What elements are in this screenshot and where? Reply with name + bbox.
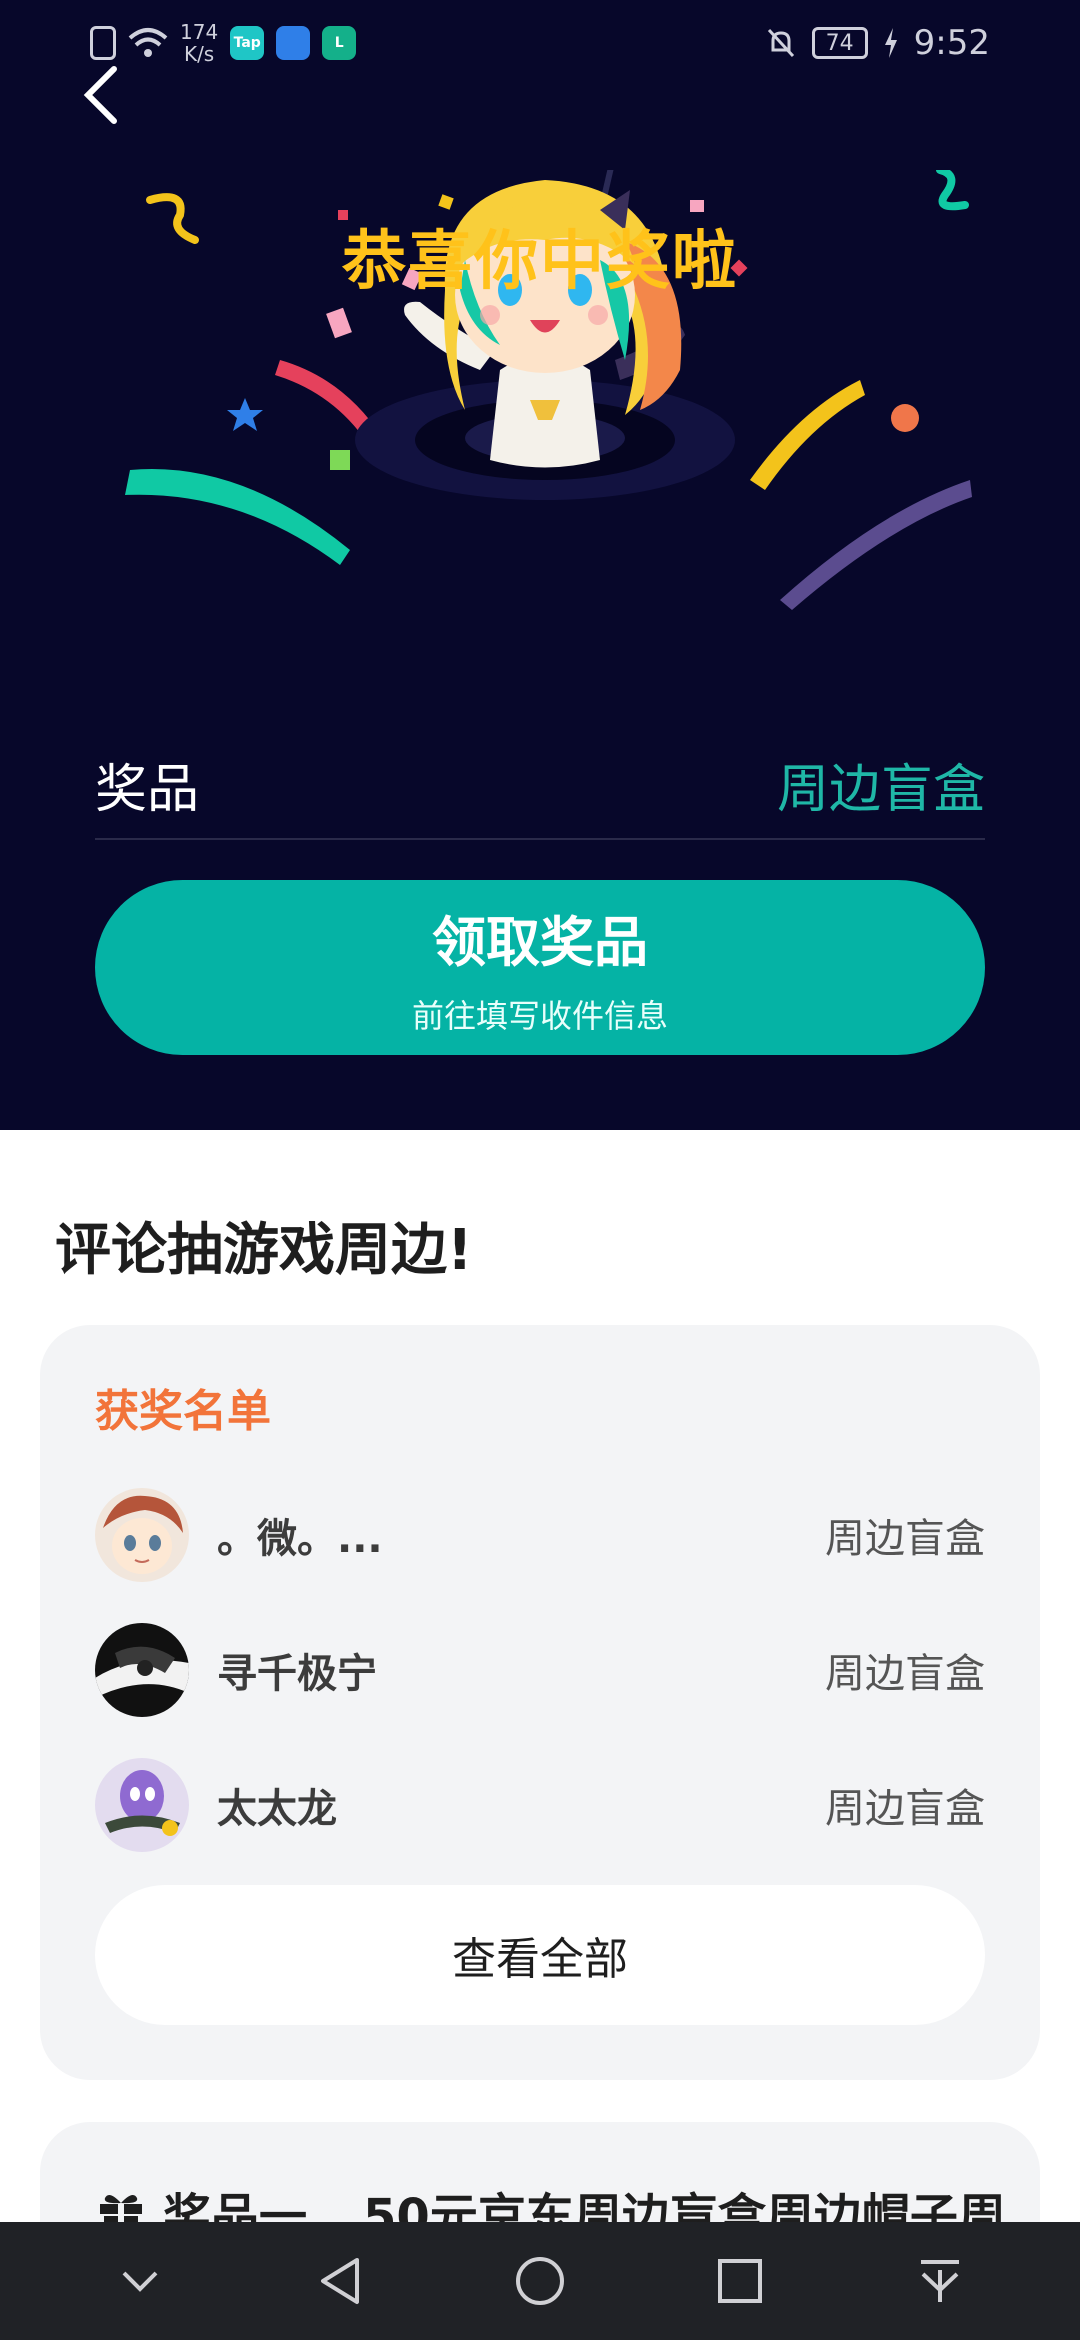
prize-label: 奖品: [95, 759, 200, 820]
nav-home-icon: [516, 2257, 564, 2305]
avatar: [95, 1623, 189, 1717]
nav-collapse-icon: [122, 2271, 158, 2292]
nav-back-button[interactable]: [300, 2241, 380, 2321]
winner-prize: 周边盲盒: [825, 1651, 985, 1697]
nav-download-icon: [921, 2260, 959, 2302]
sim-alert-icon: [90, 26, 116, 60]
bell-muted-icon: [767, 28, 794, 58]
claim-prize-button[interactable]: 领取奖品 前往填写收件信息: [95, 880, 985, 1055]
nav-recents-button[interactable]: [700, 2241, 780, 2321]
winner-prize: 周边盲盒: [825, 1516, 985, 1562]
nav-recents-icon: [718, 2259, 762, 2303]
winner-row[interactable]: 太太龙 周边盲盒: [95, 1755, 985, 1855]
nav-collapse-button[interactable]: [100, 2241, 180, 2321]
back-button[interactable]: [70, 60, 130, 130]
winner-row[interactable]: 寻千极宁 周边盲盒: [95, 1620, 985, 1720]
nav-download-button[interactable]: [900, 2241, 980, 2321]
prize-value: 周边盲盒: [776, 759, 985, 820]
claim-button-title: 领取奖品: [432, 911, 648, 974]
taptap-app-icon: Tap: [230, 26, 265, 60]
back-arrow-icon: [83, 66, 117, 124]
winner-row[interactable]: 。微。... 周边盲盒: [95, 1485, 985, 1585]
status-bar: 174 K/s Tap L 74 9:52: [0, 0, 1080, 86]
view-all-button[interactable]: 查看全部: [95, 1885, 985, 2025]
avatar: [95, 1758, 189, 1852]
nav-home-button[interactable]: [500, 2241, 580, 2321]
winners-heading: 获奖名单: [95, 1386, 271, 1437]
winner-name: 寻千极宁: [217, 1651, 377, 1697]
winners-card: 获奖名单 。微。... 周边盲盒 寻千极宁 周边盲盒 太太龙 周边盲盒 查看全部: [40, 1325, 1040, 2080]
clock: 9:52: [913, 23, 990, 63]
browser-app-icon: [276, 26, 311, 60]
nav-back-icon: [321, 2258, 359, 2304]
winner-name: 太太龙: [217, 1786, 337, 1832]
l-app-icon: L: [322, 26, 357, 60]
charging-icon: [884, 28, 897, 58]
battery-indicator: 74: [811, 27, 868, 59]
wifi-icon: [128, 28, 168, 57]
claim-button-subtitle: 前往填写收件信息: [411, 997, 668, 1035]
avatar: [95, 1488, 189, 1582]
section-title: 评论抽游戏周边!: [55, 1218, 473, 1283]
prize-hero: 174 K/s Tap L 74 9:52 恭喜你中奖啦 奖品 周边盲盒 领取奖…: [0, 0, 1080, 1130]
congrats-title: 恭喜你中奖啦: [342, 225, 738, 299]
prize-row: 奖品 周边盲盒: [95, 730, 985, 840]
winner-name: 。微。...: [217, 1516, 383, 1562]
system-nav-bar: [0, 2222, 1080, 2340]
net-speed: 174 K/s: [180, 20, 219, 66]
winner-prize: 周边盲盒: [825, 1786, 985, 1832]
